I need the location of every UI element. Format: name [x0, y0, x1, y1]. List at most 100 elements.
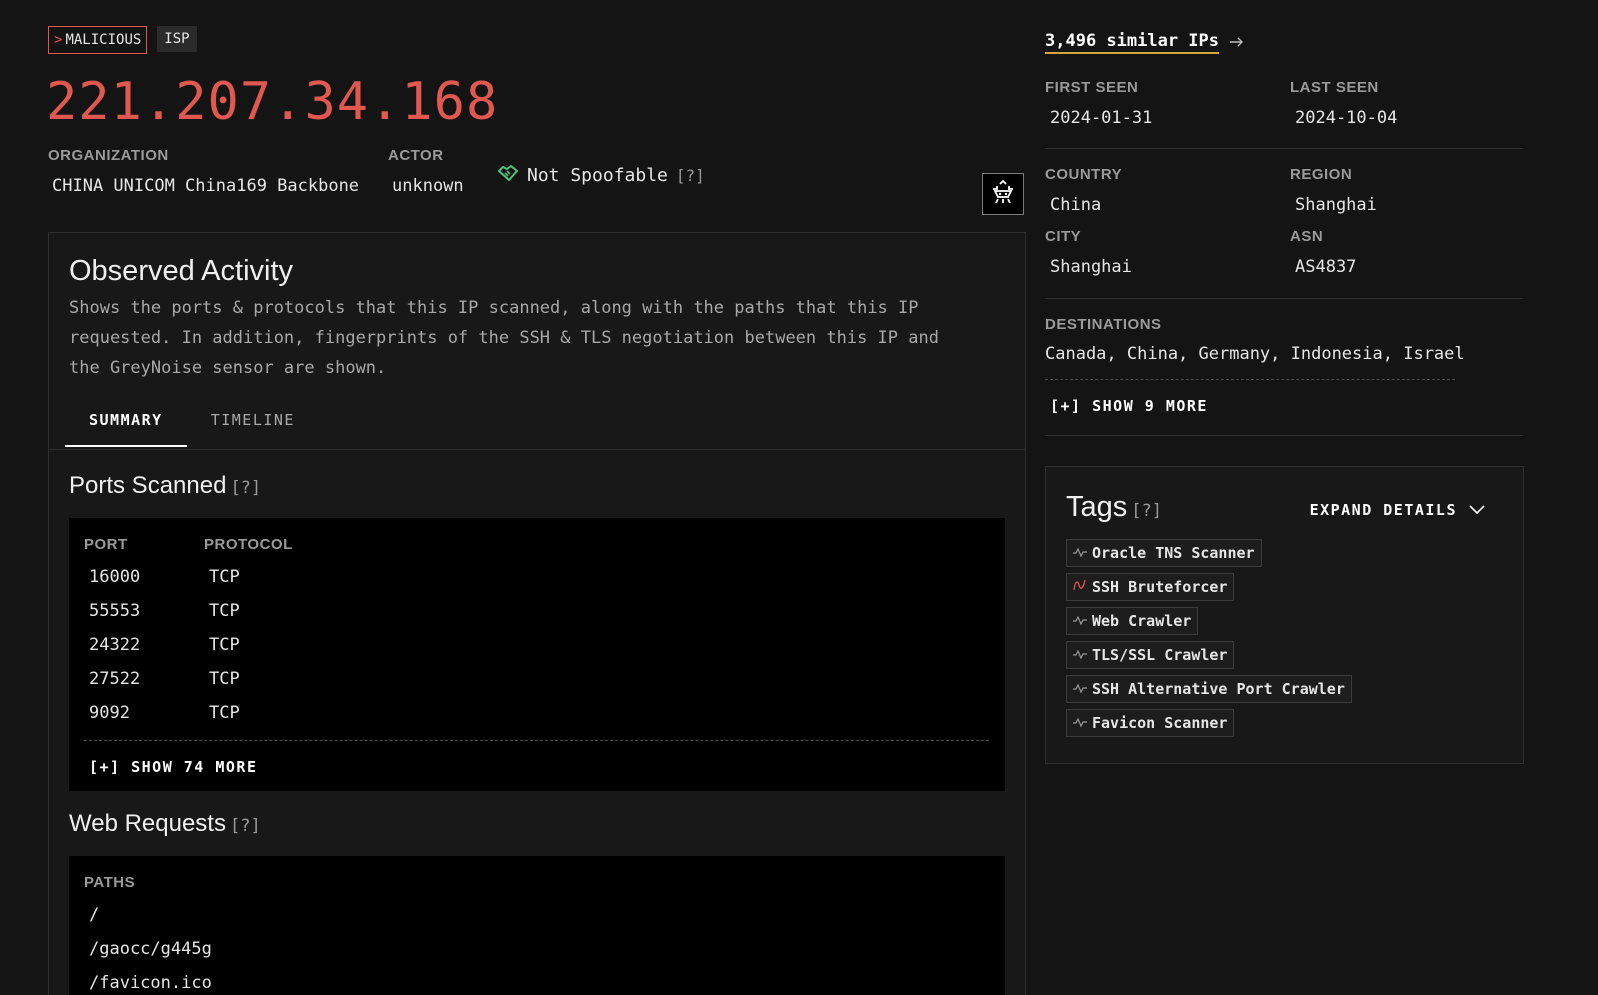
actor-label: ACTOR	[388, 147, 444, 164]
isp-badge: ISP	[157, 26, 197, 52]
city-label: CITY	[1045, 228, 1082, 245]
ip-address-title: 221.207.34.168	[46, 72, 499, 132]
tags-title: Tags [?]	[1066, 491, 1162, 524]
handshake-icon	[497, 162, 519, 189]
organization-value: CHINA UNICOM China169 Backbone	[52, 176, 360, 196]
divider	[1045, 298, 1523, 299]
table-row: 9092 TCP	[69, 696, 1005, 730]
tags-title-label: Tags	[1066, 491, 1128, 523]
spoofable-status: Not Spoofable [?]	[497, 162, 705, 189]
table-row: /	[69, 898, 1005, 932]
observed-activity-panel: Observed Activity Shows the ports & prot…	[48, 232, 1026, 995]
tags-help-link[interactable]: [?]	[1131, 501, 1162, 521]
port-column-header: PORT	[84, 536, 128, 553]
destinations-value: Canada, China, Germany, Indonesia, Israe…	[1045, 344, 1465, 364]
tag-label: SSH Bruteforcer	[1092, 578, 1228, 596]
tabs-divider	[49, 449, 1025, 450]
port-cell: 24322	[89, 635, 141, 655]
protocol-cell: TCP	[209, 567, 240, 587]
region-label: REGION	[1290, 166, 1353, 183]
ports-scanned-title: Ports Scanned [?]	[69, 472, 261, 500]
tag-ssh-bruteforcer[interactable]: SSH Bruteforcer	[1066, 573, 1235, 601]
activity-icon	[1073, 714, 1087, 732]
tag-tls-ssl-crawler[interactable]: TLS/SSL Crawler	[1066, 641, 1235, 669]
last-seen-value: 2024-10-04	[1295, 108, 1398, 128]
port-cell: 9092	[89, 703, 130, 723]
asn-value: AS4837	[1295, 257, 1357, 277]
ports-help-link[interactable]: [?]	[230, 478, 261, 498]
divider	[1045, 148, 1523, 149]
activity-icon	[1073, 680, 1087, 698]
tag-label: Favicon Scanner	[1092, 714, 1228, 732]
spoofable-help-link[interactable]: [?]	[676, 166, 705, 185]
protocol-cell: TCP	[209, 601, 240, 621]
activity-icon	[1073, 544, 1087, 562]
first-seen-value: 2024-01-31	[1050, 108, 1153, 128]
badge-prefix: >	[54, 32, 63, 48]
path-cell: /favicon.ico	[89, 973, 212, 993]
country-label: COUNTRY	[1045, 166, 1123, 183]
tag-label: TLS/SSL Crawler	[1092, 646, 1228, 664]
table-row: 16000 TCP	[69, 560, 1005, 594]
table-row: 55553 TCP	[69, 594, 1005, 628]
observed-activity-description: Shows the ports & protocols that this IP…	[69, 298, 939, 378]
arrow-right-icon	[1229, 33, 1245, 53]
spoofable-text: Not Spoofable	[527, 165, 668, 186]
similar-ips-link[interactable]: 3,496 similar IPs	[1045, 31, 1245, 54]
ports-show-more-button[interactable]: [+] SHOW 74 MORE	[89, 758, 258, 776]
web-requests-help-link[interactable]: [?]	[230, 816, 261, 836]
path-cell: /gaocc/g445g	[89, 939, 212, 959]
port-cell: 55553	[89, 601, 141, 621]
web-requests-title: Web Requests [?]	[69, 810, 261, 838]
tag-label: Oracle TNS Scanner	[1092, 544, 1255, 562]
table-row: 24322 TCP	[69, 628, 1005, 662]
classification-badges: > MALICIOUS ISP	[48, 26, 197, 54]
table-row: /gaocc/g445g	[69, 932, 1005, 966]
destinations-divider	[1045, 379, 1455, 380]
tab-summary[interactable]: SUMMARY	[65, 401, 187, 447]
divider	[1045, 435, 1523, 436]
malicious-badge: > MALICIOUS	[48, 26, 148, 54]
tab-timeline[interactable]: TIMELINE	[187, 401, 319, 447]
actor-value: unknown	[392, 176, 464, 196]
region-value: Shanghai	[1295, 195, 1377, 215]
tag-label: Web Crawler	[1092, 612, 1192, 630]
protocol-cell: TCP	[209, 635, 240, 655]
paths-column-header: PATHS	[84, 874, 136, 891]
mascot-action-button[interactable]	[982, 173, 1024, 215]
ports-scanned-label: Ports Scanned	[69, 472, 227, 499]
similar-ips-label: 3,496 similar IPs	[1045, 31, 1219, 54]
observed-activity-title: Observed Activity	[69, 255, 294, 287]
first-seen-label: FIRST SEEN	[1045, 79, 1139, 96]
tag-oracle-tns-scanner[interactable]: Oracle TNS Scanner	[1066, 539, 1262, 567]
path-cell: /	[89, 905, 100, 925]
malicious-wave-icon	[1073, 578, 1087, 596]
expand-details-label: EXPAND DETAILS	[1309, 501, 1457, 519]
chevron-down-icon	[1469, 501, 1485, 519]
ip-detail-page: > MALICIOUS ISP 221.207.34.168 ORGANIZAT…	[0, 0, 1598, 995]
asn-label: ASN	[1290, 228, 1324, 245]
destinations-show-more-button[interactable]: [+] SHOW 9 MORE	[1050, 397, 1208, 415]
protocol-cell: TCP	[209, 669, 240, 689]
tags-panel: Tags [?] EXPAND DETAILS Oracle TNS Scanne…	[1045, 466, 1524, 764]
protocol-cell: TCP	[209, 703, 240, 723]
port-cell: 27522	[89, 669, 141, 689]
ports-table: PORT PROTOCOL 16000 TCP 55553 TCP 24322 …	[69, 518, 1005, 791]
table-row: /favicon.ico	[69, 966, 1005, 995]
protocol-column-header: PROTOCOL	[204, 536, 293, 553]
mascot-icon	[989, 178, 1017, 210]
activity-icon	[1073, 612, 1087, 630]
tag-web-crawler[interactable]: Web Crawler	[1066, 607, 1199, 635]
expand-details-button[interactable]: EXPAND DETAILS	[1310, 501, 1485, 519]
tag-label: SSH Alternative Port Crawler	[1092, 680, 1345, 698]
tag-ssh-alternative-port-crawler[interactable]: SSH Alternative Port Crawler	[1066, 675, 1352, 703]
ports-divider	[84, 740, 989, 741]
malicious-badge-label: MALICIOUS	[65, 32, 142, 48]
port-cell: 16000	[89, 567, 141, 587]
city-value: Shanghai	[1050, 257, 1132, 277]
tag-favicon-scanner[interactable]: Favicon Scanner	[1066, 709, 1235, 737]
web-requests-label: Web Requests	[69, 810, 226, 837]
country-value: China	[1050, 195, 1102, 215]
organization-label: ORGANIZATION	[48, 147, 169, 164]
destinations-label: DESTINATIONS	[1045, 316, 1162, 333]
